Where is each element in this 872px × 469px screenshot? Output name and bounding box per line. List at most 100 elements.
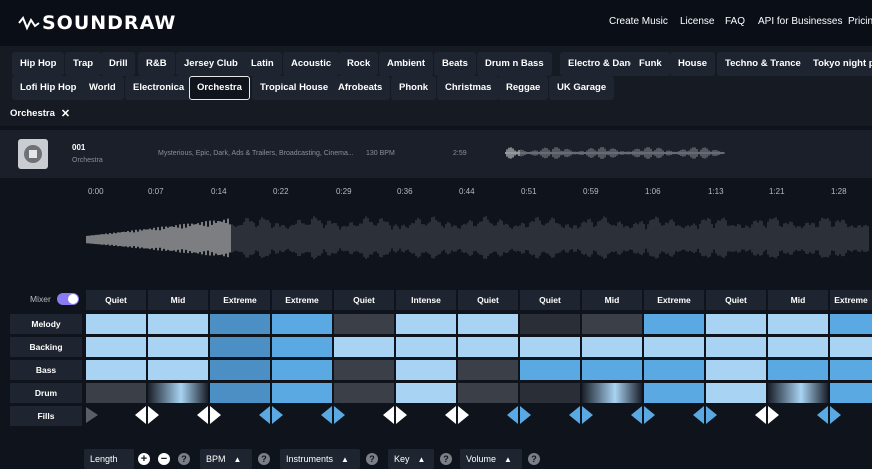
- energy-cell[interactable]: Extreme: [272, 290, 332, 310]
- bpm-help-icon[interactable]: ?: [258, 453, 270, 465]
- grid-cell-melody[interactable]: [334, 314, 394, 334]
- key-help-icon[interactable]: ?: [440, 453, 452, 465]
- key-control[interactable]: Key ▲: [388, 449, 434, 469]
- grid-cell-melody[interactable]: [582, 314, 642, 334]
- remove-filter-icon[interactable]: ✕: [61, 107, 70, 120]
- fill-marker-icon[interactable]: [272, 406, 283, 424]
- grid-cell-melody[interactable]: [396, 314, 456, 334]
- grid-cell-melody[interactable]: [706, 314, 766, 334]
- grid-cell-bass[interactable]: [210, 360, 270, 380]
- track-row[interactable]: [0, 130, 872, 178]
- energy-cell[interactable]: Mid: [582, 290, 642, 310]
- grid-cell-backing[interactable]: [210, 337, 270, 357]
- fill-marker-icon[interactable]: [520, 406, 531, 424]
- genre-drill[interactable]: Drill: [101, 52, 136, 76]
- plus-icon[interactable]: +: [138, 453, 150, 465]
- grid-cell-backing[interactable]: [644, 337, 704, 357]
- instruments-help-icon[interactable]: ?: [366, 453, 378, 465]
- grid-cell-drum[interactable]: [830, 383, 872, 403]
- genre-rock[interactable]: Rock: [339, 52, 379, 76]
- energy-cell[interactable]: Quiet: [86, 290, 146, 310]
- energy-cell[interactable]: Extreme: [210, 290, 270, 310]
- genre-lofi-hip-hop[interactable]: Lofi Hip Hop: [12, 76, 85, 100]
- genre-funk[interactable]: Funk: [631, 52, 670, 76]
- genre-beats[interactable]: Beats: [434, 52, 476, 76]
- genre-tokyo-night-pop[interactable]: Tokyo night pop: [805, 52, 872, 76]
- nav-create-music[interactable]: Create Music: [609, 16, 668, 27]
- fill-marker-icon[interactable]: [197, 406, 208, 424]
- fill-marker-icon[interactable]: [259, 406, 270, 424]
- fill-marker-icon[interactable]: [321, 406, 332, 424]
- grid-cell-drum[interactable]: [520, 383, 580, 403]
- minus-icon[interactable]: −: [158, 453, 170, 465]
- genre-hip-hop[interactable]: Hip Hop: [12, 52, 65, 76]
- genre-reggae[interactable]: Reggae: [498, 76, 549, 100]
- fill-marker-icon[interactable]: [383, 406, 394, 424]
- grid-cell-backing[interactable]: [396, 337, 456, 357]
- genre-christmas[interactable]: Christmas: [437, 76, 500, 100]
- energy-cell[interactable]: Extreme: [830, 290, 872, 310]
- fill-marker-icon[interactable]: [830, 406, 841, 424]
- genre-ambient[interactable]: Ambient: [379, 52, 433, 76]
- genre-acoustic[interactable]: Acoustic: [283, 52, 340, 76]
- fill-marker-icon[interactable]: [582, 406, 593, 424]
- grid-cell-backing[interactable]: [334, 337, 394, 357]
- grid-cell-drum[interactable]: [396, 383, 456, 403]
- grid-cell-bass[interactable]: [582, 360, 642, 380]
- energy-cell[interactable]: Mid: [768, 290, 828, 310]
- grid-cell-melody[interactable]: [210, 314, 270, 334]
- nav-api-for-businesses[interactable]: API for Businesses: [758, 16, 842, 27]
- main-waveform[interactable]: [86, 200, 872, 280]
- grid-cell-drum[interactable]: [272, 383, 332, 403]
- nav-license[interactable]: License: [680, 16, 714, 27]
- track-mini-waveform[interactable]: [505, 145, 725, 161]
- energy-cell[interactable]: Intense: [396, 290, 456, 310]
- grid-cell-bass[interactable]: [334, 360, 394, 380]
- genre-drum-n-bass[interactable]: Drum n Bass: [477, 52, 552, 76]
- fill-marker-icon[interactable]: [86, 407, 98, 423]
- genre-rnb[interactable]: R&B: [138, 52, 175, 76]
- grid-cell-backing[interactable]: [768, 337, 828, 357]
- grid-cell-bass[interactable]: [644, 360, 704, 380]
- genre-electronica[interactable]: Electronica: [125, 76, 193, 100]
- energy-cell[interactable]: Extreme: [644, 290, 704, 310]
- grid-cell-bass[interactable]: [396, 360, 456, 380]
- grid-cell-drum[interactable]: [644, 383, 704, 403]
- grid-cell-bass[interactable]: [458, 360, 518, 380]
- fill-marker-icon[interactable]: [817, 406, 828, 424]
- grid-cell-bass[interactable]: [272, 360, 332, 380]
- grid-cell-bass[interactable]: [86, 360, 146, 380]
- energy-cell[interactable]: Quiet: [334, 290, 394, 310]
- energy-cell[interactable]: Quiet: [520, 290, 580, 310]
- grid-cell-drum[interactable]: [458, 383, 518, 403]
- grid-cell-drum[interactable]: [768, 383, 828, 403]
- grid-cell-drum[interactable]: [706, 383, 766, 403]
- grid-cell-bass[interactable]: [520, 360, 580, 380]
- fill-marker-icon[interactable]: [706, 406, 717, 424]
- genre-orchestra[interactable]: Orchestra: [189, 76, 250, 100]
- grid-cell-melody[interactable]: [830, 314, 872, 334]
- grid-cell-melody[interactable]: [86, 314, 146, 334]
- fill-marker-icon[interactable]: [334, 406, 345, 424]
- instruments-control[interactable]: Instruments ▲: [280, 449, 360, 469]
- grid-cell-melody[interactable]: [520, 314, 580, 334]
- grid-cell-backing[interactable]: [148, 337, 208, 357]
- genre-techno-trance[interactable]: Techno & Trance: [717, 52, 809, 76]
- fill-marker-icon[interactable]: [507, 406, 518, 424]
- energy-cell[interactable]: Quiet: [458, 290, 518, 310]
- fill-marker-icon[interactable]: [210, 406, 221, 424]
- grid-cell-melody[interactable]: [458, 314, 518, 334]
- energy-cell[interactable]: Mid: [148, 290, 208, 310]
- grid-cell-bass[interactable]: [148, 360, 208, 380]
- genre-phonk[interactable]: Phonk: [391, 76, 437, 100]
- grid-cell-drum[interactable]: [148, 383, 208, 403]
- fill-marker-icon[interactable]: [693, 406, 704, 424]
- grid-cell-backing[interactable]: [458, 337, 518, 357]
- genre-trap[interactable]: Trap: [65, 52, 102, 76]
- bpm-control[interactable]: BPM ▲: [200, 449, 252, 469]
- fill-marker-icon[interactable]: [396, 406, 407, 424]
- grid-cell-backing[interactable]: [520, 337, 580, 357]
- genre-jersey-club[interactable]: Jersey Club: [176, 52, 246, 76]
- grid-cell-backing[interactable]: [706, 337, 766, 357]
- genre-tropical-house[interactable]: Tropical House: [252, 76, 337, 100]
